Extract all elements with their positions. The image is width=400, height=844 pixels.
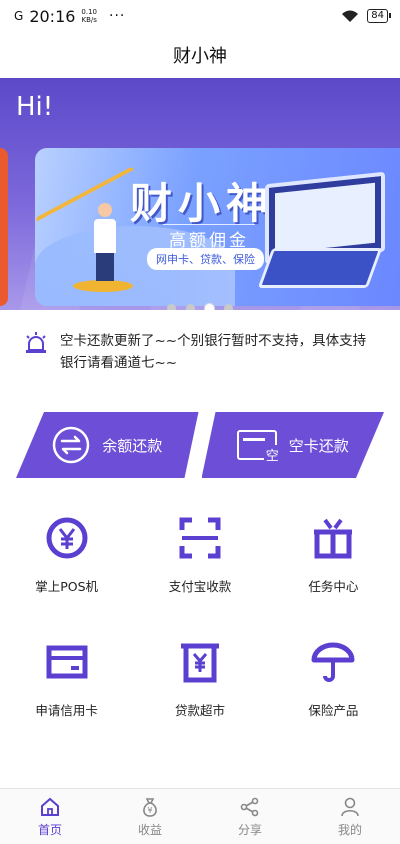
notice-bar[interactable]: 空卡还款更新了~~个别银行暂时不支持，具体支持 银行请看通道七~~ — [0, 310, 400, 392]
carousel-dot[interactable] — [224, 304, 233, 310]
svg-text:¥: ¥ — [147, 806, 152, 815]
yen-document-icon — [180, 643, 219, 683]
carousel-dot[interactable] — [167, 304, 176, 310]
notice-line-1: 空卡还款更新了~~个别银行暂时不支持，具体支持 — [60, 333, 367, 349]
grid-item-tasks[interactable]: 任务中心 — [267, 516, 400, 640]
banner: Hi! 财小神 高额佣金 网申卡、贷款、保险 — [0, 78, 400, 310]
tab-label: 首页 — [37, 822, 62, 837]
empty-card-icon: 空 — [236, 430, 281, 464]
carousel-dot-active[interactable] — [205, 304, 214, 310]
grid-item-loan-market[interactable]: 贷款超市 — [133, 640, 266, 764]
banner-prev-slide[interactable] — [0, 148, 8, 306]
signal-icon: G — [14, 9, 24, 23]
page-title: 财小神 — [173, 46, 227, 67]
gift-box-icon — [314, 518, 353, 559]
empty-card-repay-label: 空卡还款 — [288, 436, 349, 455]
scan-icon — [179, 517, 221, 559]
tab-label: 收益 — [137, 822, 162, 837]
tab-label: 我的 — [337, 822, 362, 837]
alarm-light-icon — [26, 332, 46, 353]
money-bag-icon: ¥ — [143, 797, 157, 817]
user-icon — [341, 797, 359, 816]
grid-label: 任务中心 — [308, 579, 359, 594]
umbrella-icon — [311, 642, 355, 682]
speed-unit: KB/s — [81, 16, 97, 24]
empty-card-repay-button[interactable]: 空 空卡还款 — [202, 412, 385, 478]
home-icon — [41, 797, 59, 816]
tab-label: 分享 — [237, 822, 262, 837]
exchange-icon — [52, 426, 90, 464]
carousel-dot[interactable] — [186, 304, 195, 310]
credit-card-icon — [46, 645, 88, 679]
notice-line-2: 银行请看通道七~~ — [60, 355, 178, 371]
grid-label: 贷款超市 — [174, 703, 225, 718]
service-grid: 掌上POS机 支付宝收款 任务中心 申请信用卡 贷款超市 保险产品 — [0, 516, 400, 764]
tab-home[interactable]: 首页 — [0, 789, 100, 844]
grid-label: 保险产品 — [308, 703, 359, 718]
laptop-illustration — [257, 248, 383, 288]
banner-title: 财小神 — [130, 179, 275, 228]
network-speed: 0.10 KB/s — [81, 8, 97, 24]
grid-label: 掌上POS机 — [35, 579, 99, 594]
grid-label: 支付宝收款 — [168, 579, 232, 594]
greeting-text: Hi! — [16, 92, 54, 122]
repay-actions: 余额还款 空 空卡还款 — [16, 412, 384, 478]
battery-icon: 84 — [367, 9, 391, 23]
carousel-indicator — [0, 304, 400, 310]
banner-pill: 网申卡、贷款、保险 — [147, 248, 264, 270]
grid-item-insurance[interactable]: 保险产品 — [267, 640, 400, 764]
yen-coin-icon — [46, 517, 88, 559]
status-bar: G 20:16 0.10 KB/s ··· 84 — [0, 0, 400, 32]
tab-mine[interactable]: 我的 — [300, 789, 400, 844]
grid-item-pos[interactable]: 掌上POS机 — [0, 516, 133, 640]
bottom-tab-bar: 首页 ¥ 收益 分享 我的 — [0, 788, 400, 844]
grid-label: 申请信用卡 — [35, 703, 98, 718]
person-illustration — [90, 203, 120, 283]
status-time: 20:16 — [29, 6, 76, 26]
grid-item-credit-card[interactable]: 申请信用卡 — [0, 640, 133, 764]
banner-slide[interactable]: 财小神 高额佣金 网申卡、贷款、保险 — [35, 148, 400, 306]
grid-item-alipay[interactable]: 支付宝收款 — [133, 516, 266, 640]
balance-repay-label: 余额还款 — [102, 436, 163, 455]
empty-card-icon-text: 空 — [263, 445, 281, 464]
notice-text: 空卡还款更新了~~个别银行暂时不支持，具体支持 银行请看通道七~~ — [60, 330, 366, 374]
tab-share[interactable]: 分享 — [200, 789, 300, 844]
wifi-icon — [342, 10, 359, 22]
balance-repay-button[interactable]: 余额还款 — [16, 412, 199, 478]
more-dots-icon: ··· — [109, 8, 126, 24]
share-icon — [240, 797, 259, 816]
tab-earnings[interactable]: ¥ 收益 — [100, 789, 200, 844]
speed-value: 0.10 — [81, 8, 98, 16]
